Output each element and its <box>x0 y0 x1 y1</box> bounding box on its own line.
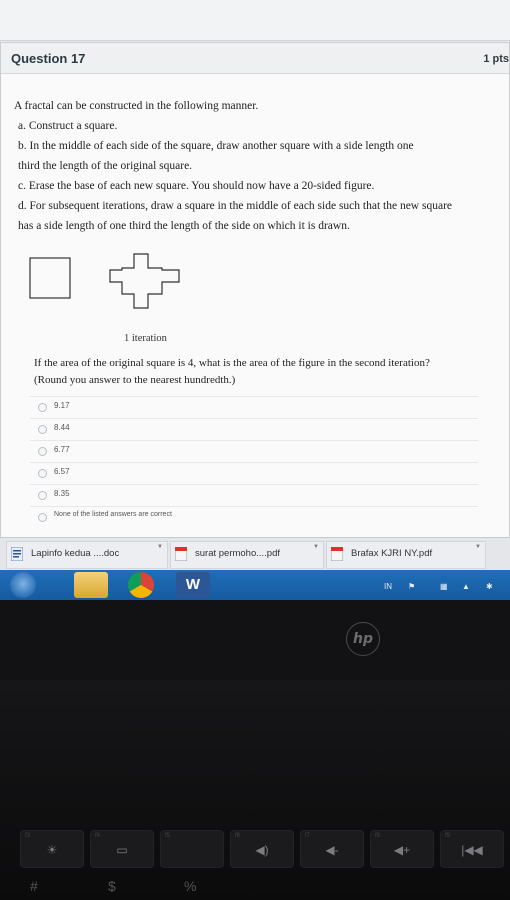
question-title: Question 17 <box>11 51 86 66</box>
answer-label: 6.57 <box>54 467 70 476</box>
start-icon[interactable] <box>10 572 36 598</box>
download-item[interactable]: Brafax KJRI NY.pdf ▼ <box>326 541 486 569</box>
key-f7: f7 ◀- <box>300 830 364 868</box>
key-percent: % <box>184 878 197 894</box>
download-name: Brafax KJRI NY.pdf <box>351 548 433 559</box>
chevron-down-icon[interactable]: ▼ <box>157 544 163 550</box>
chevron-down-icon[interactable]: ▼ <box>313 544 319 550</box>
brightness-icon: ☀ <box>46 843 58 857</box>
key-f5: f5 <box>160 830 224 868</box>
download-item[interactable]: surat permoho....pdf ▼ <box>170 541 324 569</box>
file-explorer-icon[interactable] <box>74 572 108 598</box>
download-name: Lapinfo kedua ....doc <box>31 548 120 559</box>
answer-label: 8.44 <box>54 423 70 432</box>
key-f6: f6 ◀) <box>230 830 294 868</box>
answer-option[interactable]: 6.77 <box>30 440 478 462</box>
key-f9: f9 |◀◀ <box>440 830 504 868</box>
previous-track-icon: |◀◀ <box>461 843 483 857</box>
bluetooth-icon[interactable]: ✱ <box>486 582 493 591</box>
answer-option[interactable]: 9.17 <box>30 396 478 418</box>
taskbar: W IN ⚑ ▦ ▲ ✱ <box>0 570 510 600</box>
key-f3: f3 ☀ <box>20 830 84 868</box>
answer-option[interactable]: 8.35 <box>30 484 478 506</box>
answer-option[interactable]: 6.57 <box>30 462 478 484</box>
volume-up-icon: ◀+ <box>393 843 411 857</box>
question-header: Question 17 1 pts <box>1 43 509 74</box>
question-line: has a side length of one third the lengt… <box>18 220 350 232</box>
language-indicator[interactable]: IN <box>384 582 392 591</box>
mute-icon: ◀) <box>255 843 269 857</box>
first-iteration-figure <box>109 253 180 309</box>
download-item[interactable]: Lapinfo kedua ....doc ▼ <box>6 541 168 569</box>
question-line: b. In the middle of each side of the squ… <box>18 140 414 152</box>
pdf-file-icon <box>331 547 343 561</box>
question-line: A fractal can be constructed in the foll… <box>14 100 259 112</box>
radio-button[interactable] <box>38 447 47 456</box>
function-key-row: f3 ☀ f4 ▭ f5 f6 ◀) f7 ◀- f8 ◀+ f9 |◀◀ <box>0 830 510 870</box>
original-square <box>29 257 71 299</box>
download-name: surat permoho....pdf <box>195 548 281 559</box>
key-hash: # <box>30 878 38 894</box>
network-icon[interactable]: ▦ <box>440 582 448 591</box>
chrome-icon[interactable] <box>128 572 154 598</box>
volume-down-icon: ◀- <box>325 843 339 857</box>
question-points: 1 pts <box>483 53 509 65</box>
figure-caption: 1 iteration <box>124 333 167 344</box>
pdf-file-icon <box>175 547 187 561</box>
doc-file-icon <box>11 547 23 561</box>
answer-option[interactable]: None of the listed answers are correct <box>30 506 478 528</box>
flag-icon[interactable]: ⚑ <box>408 582 415 591</box>
chevron-down-icon[interactable]: ▼ <box>475 544 481 550</box>
answer-label: None of the listed answers are correct <box>54 511 172 518</box>
radio-button[interactable] <box>38 425 47 434</box>
key-dollar: $ <box>108 878 116 894</box>
question-line: d. For subsequent iterations, draw a squ… <box>18 200 453 212</box>
answer-label: 9.17 <box>54 401 70 410</box>
prompt-line: (Round you answer to the nearest hundred… <box>34 374 236 386</box>
download-bar: Lapinfo kedua ....doc ▼ surat permoho...… <box>0 537 510 571</box>
prompt-line: If the area of the original square is 4,… <box>34 357 430 369</box>
display-icon: ▭ <box>116 843 128 857</box>
key-f4: f4 ▭ <box>90 830 154 868</box>
answer-label: 8.35 <box>54 489 70 498</box>
answer-list: 9.17 8.44 6.77 6.57 8.35 None of the lis… <box>30 396 478 528</box>
word-icon[interactable]: W <box>176 572 210 598</box>
radio-button[interactable] <box>38 469 47 478</box>
question-text: A fractal can be constructed in the foll… <box>14 96 504 236</box>
question-line: c. Erase the base of each new square. Yo… <box>18 180 375 192</box>
screen: Question 17 1 pts A fractal can be const… <box>0 0 510 600</box>
hp-logo: hp <box>346 622 380 656</box>
radio-button[interactable] <box>38 513 47 522</box>
question-line: a. Construct a square. <box>18 120 118 132</box>
top-bar <box>0 0 510 41</box>
radio-button[interactable] <box>38 403 47 412</box>
radio-button[interactable] <box>38 491 47 500</box>
question-prompt: If the area of the original square is 4,… <box>34 355 494 389</box>
answer-option[interactable]: 8.44 <box>30 418 478 440</box>
question-line: third the length of the original square. <box>18 160 193 172</box>
key-f8: f8 ◀+ <box>370 830 434 868</box>
answer-label: 6.77 <box>54 445 70 454</box>
signal-icon[interactable]: ▲ <box>462 582 470 591</box>
laptop-bezel <box>0 600 510 680</box>
